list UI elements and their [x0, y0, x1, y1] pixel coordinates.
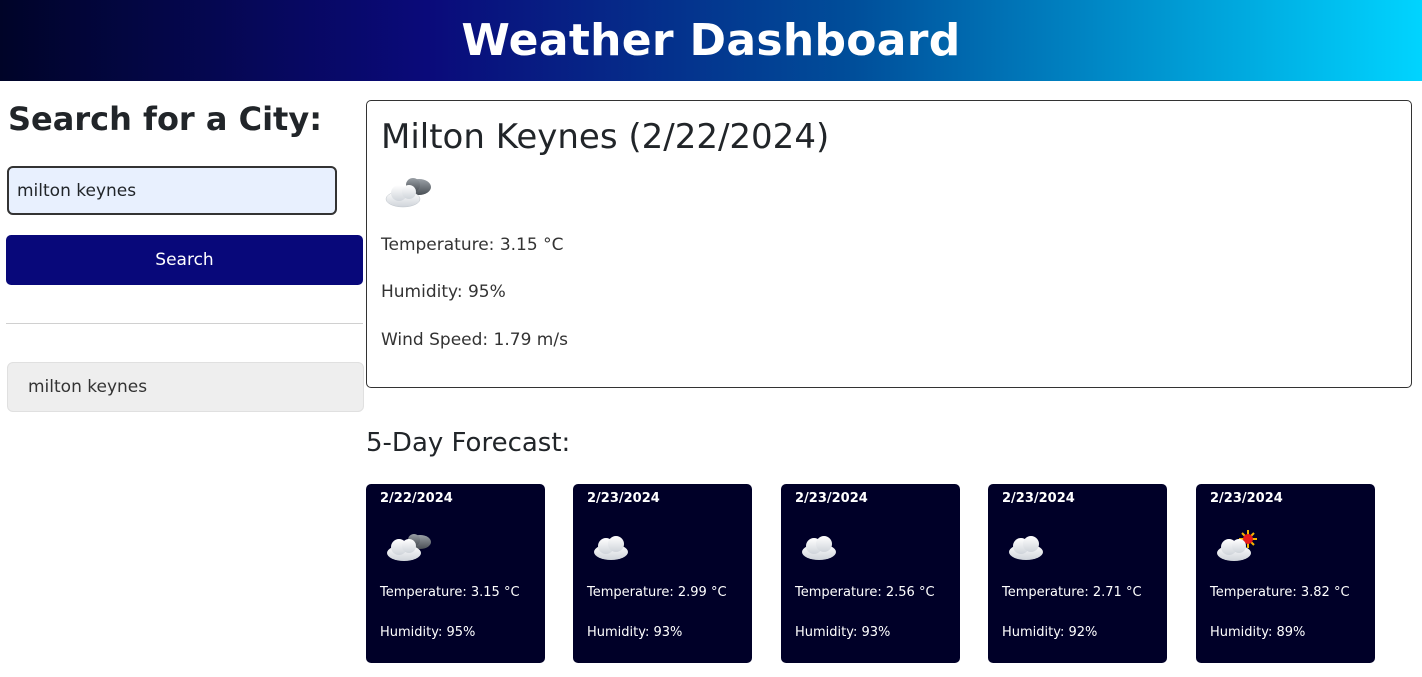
- forecast-temperature: Temperature: 2.56 °C: [795, 585, 935, 600]
- forecast-card: 2/23/2024 Temperature: 2.99 °C Humidity:…: [573, 484, 752, 663]
- current-temperature: Temperature: 3.15 °C: [381, 235, 564, 255]
- current-weather-panel: Milton Keynes (2/22/2024) Temperature: 3…: [366, 100, 1412, 388]
- forecast-date: 2/23/2024: [1002, 491, 1075, 506]
- forecast-humidity: Humidity: 95%: [380, 625, 476, 640]
- forecast-card: 2/23/2024 Temperature: 2.56 °C Humidity:…: [781, 484, 960, 663]
- cloud-icon: [797, 528, 851, 568]
- search-sidebar: Search for a City: Search milton keynes: [6, 100, 364, 412]
- forecast-humidity: Humidity: 92%: [1002, 625, 1098, 640]
- forecast-card: 2/23/2024 Temperature: 3.82 °C Humidity:…: [1196, 484, 1375, 663]
- cloud-moon-icon: [381, 171, 1397, 211]
- forecast-humidity: Humidity: 93%: [587, 625, 683, 640]
- cloud-icon: [1004, 528, 1058, 568]
- current-humidity: Humidity: 95%: [381, 282, 506, 302]
- forecast-temperature: Temperature: 2.99 °C: [587, 585, 727, 600]
- forecast-temperature: Temperature: 3.15 °C: [380, 585, 520, 600]
- sidebar-divider: [6, 323, 363, 324]
- forecast-heading: 5-Day Forecast:: [366, 428, 571, 458]
- forecast-temperature: Temperature: 2.71 °C: [1002, 585, 1142, 600]
- forecast-cards: 2/22/2024 Temperature: 3.15 °C Humidity:…: [366, 484, 1412, 663]
- forecast-humidity: Humidity: 89%: [1210, 625, 1306, 640]
- current-city-title: Milton Keynes (2/22/2024): [381, 117, 830, 157]
- forecast-humidity: Humidity: 93%: [795, 625, 891, 640]
- forecast-card: 2/23/2024 Temperature: 2.71 °C Humidity:…: [988, 484, 1167, 663]
- cloud-icon: [589, 528, 643, 568]
- forecast-date: 2/22/2024: [380, 491, 453, 506]
- forecast-date: 2/23/2024: [587, 491, 660, 506]
- forecast-date: 2/23/2024: [795, 491, 868, 506]
- search-heading: Search for a City:: [8, 100, 322, 138]
- history-item-milton-keynes[interactable]: milton keynes: [7, 362, 364, 412]
- forecast-temperature: Temperature: 3.82 °C: [1210, 585, 1350, 600]
- current-wind-speed: Wind Speed: 1.79 m/s: [381, 330, 568, 350]
- app-header: Weather Dashboard: [0, 0, 1422, 81]
- cloud-moon-icon: [382, 528, 436, 568]
- page-title: Weather Dashboard: [461, 15, 961, 66]
- search-button[interactable]: Search: [6, 235, 363, 285]
- forecast-date: 2/23/2024: [1210, 491, 1283, 506]
- cloud-sun-icon: [1212, 528, 1266, 568]
- city-search-input[interactable]: [7, 166, 337, 215]
- forecast-card: 2/22/2024 Temperature: 3.15 °C Humidity:…: [366, 484, 545, 663]
